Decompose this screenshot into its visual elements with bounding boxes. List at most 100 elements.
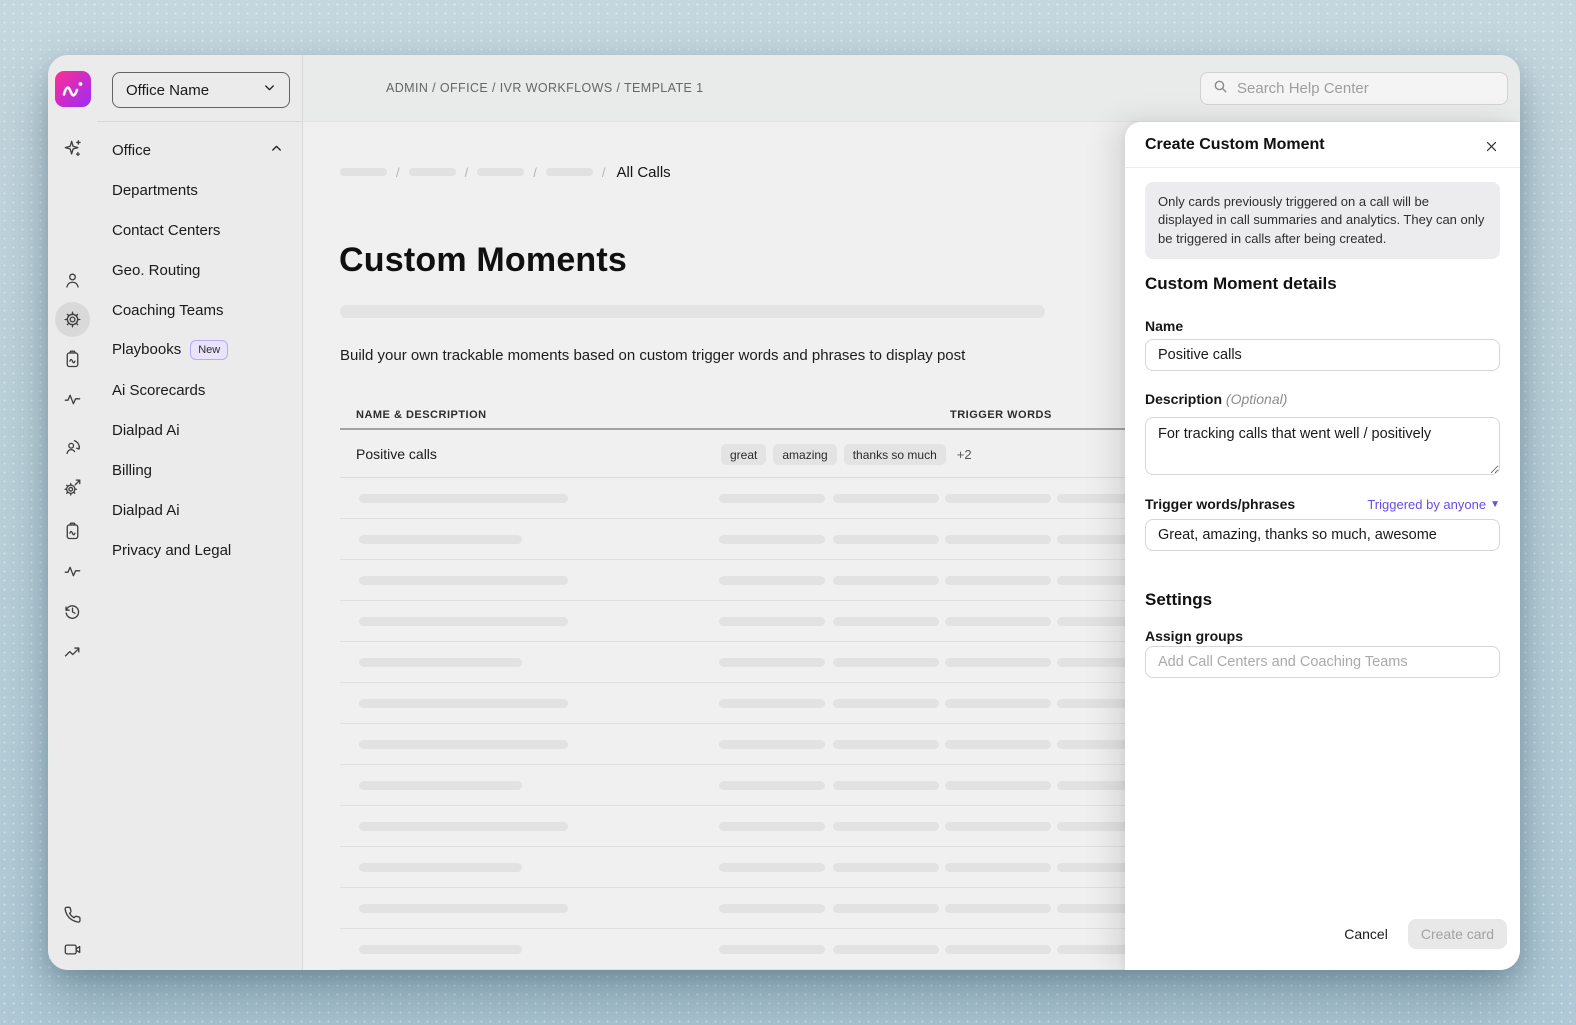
subtitle-skeleton	[340, 305, 1045, 318]
sidebar-item-playbooks[interactable]: Playbooks New	[97, 330, 302, 370]
skeleton-chip-bar	[945, 822, 1051, 831]
trigger-word-chip: thanks so much	[844, 444, 946, 465]
skeleton-chip-bar	[719, 576, 825, 585]
playbook-icon[interactable]	[62, 521, 83, 542]
breadcrumb-separator: /	[602, 165, 606, 180]
skeleton-chip-bar	[719, 535, 825, 544]
skeleton-chip-bar	[945, 617, 1051, 626]
gear-icon[interactable]	[62, 309, 83, 330]
pulse-icon[interactable]	[62, 561, 83, 582]
skeleton-chip-bar	[945, 576, 1051, 585]
sidebar-item-label-wrap: Dialpad Ai	[112, 422, 180, 439]
skeleton-chip-bar	[719, 658, 825, 667]
sidebar-item-label: Playbooks	[112, 341, 181, 358]
skeleton-chip-bar	[945, 740, 1051, 749]
skeleton-chip-bar	[833, 781, 939, 790]
page-breadcrumb: //// All Calls	[340, 164, 671, 180]
office-selector[interactable]: Office Name	[112, 72, 290, 108]
breadcrumb-skeleton-pill	[409, 168, 456, 176]
playbook-icon[interactable]	[62, 349, 83, 370]
sidebar-item-label-wrap: Contact Centers	[112, 222, 220, 239]
moment-name: Positive calls	[356, 446, 437, 462]
cancel-button[interactable]: Cancel	[1344, 926, 1388, 942]
skeleton-chip-bar	[945, 535, 1051, 544]
panel-title: Create Custom Moment	[1145, 136, 1325, 154]
chevron-down-icon	[262, 80, 277, 100]
sidebar-item-contact-centers[interactable]: Contact Centers	[97, 210, 302, 250]
sidebar-item-ai-scorecards[interactable]: Ai Scorecards	[97, 370, 302, 410]
video-icon[interactable]	[62, 939, 83, 960]
page-title: Custom Moments	[339, 241, 627, 280]
sidebar-item-geo-routing[interactable]: Geo. Routing	[97, 250, 302, 290]
sidebar-item-billing[interactable]: Billing	[97, 450, 302, 490]
breadcrumb: ADMIN / OFFICE / IVR WORKFLOWS / TEMPLAT…	[386, 81, 703, 95]
more-count: +2	[957, 447, 972, 462]
details-heading: Custom Moment details	[1145, 274, 1337, 294]
phone-icon[interactable]	[62, 904, 83, 925]
skeleton-chip-bar	[719, 863, 825, 872]
sidebar-item-label-wrap: Geo. Routing	[112, 262, 200, 279]
skeleton-chip-bar	[719, 945, 825, 954]
skeleton-chip-bar	[719, 699, 825, 708]
panel-divider	[1125, 167, 1520, 168]
skeleton-name-bar	[359, 658, 522, 667]
skeleton-name-bar	[359, 822, 568, 831]
history-icon[interactable]	[62, 601, 83, 622]
new-badge: New	[190, 340, 228, 359]
help-search[interactable]	[1200, 72, 1508, 105]
app-window: Office Name Office Departments Contact Ce…	[48, 55, 1520, 970]
skeleton-chip-bar	[719, 740, 825, 749]
trigger-scope-label: Triggered by anyone	[1367, 497, 1486, 512]
skeleton-name-bar	[359, 699, 568, 708]
sidebar-item-privacy-and-legal[interactable]: Privacy and Legal	[97, 530, 302, 570]
agent-history-icon[interactable]	[62, 437, 83, 458]
skeleton-chip-bar	[719, 904, 825, 913]
description-field[interactable]: For tracking calls that went well / posi…	[1145, 417, 1500, 475]
skeleton-name-bar	[359, 863, 522, 872]
trigger-word-chip: amazing	[773, 444, 836, 465]
sidebar-item-label: Billing	[112, 462, 152, 479]
assign-groups-field[interactable]	[1145, 646, 1500, 678]
sidebar-item-label-wrap: Departments	[112, 182, 198, 199]
sidebar-item-dialpad-ai[interactable]: Dialpad Ai	[97, 490, 302, 530]
page-description: Build your own trackable moments based o…	[340, 347, 965, 364]
skeleton-name-bar	[359, 494, 568, 503]
sidebar-item-coaching-teams[interactable]: Coaching Teams	[97, 290, 302, 330]
chevron-down-icon: ▼	[1490, 499, 1500, 510]
sidebar-item-label: Privacy and Legal	[112, 542, 231, 559]
breadcrumb-separator: /	[396, 165, 400, 180]
dialpad-ai-logo[interactable]	[55, 71, 91, 107]
sparkles-icon[interactable]	[62, 138, 83, 159]
name-field[interactable]	[1145, 339, 1500, 371]
trend-up-icon[interactable]	[62, 641, 83, 662]
sidebar-item-label-wrap: Billing	[112, 462, 152, 479]
topbar: ADMIN / OFFICE / IVR WORKFLOWS / TEMPLAT…	[303, 55, 1520, 122]
create-card-button[interactable]: Create card	[1408, 919, 1507, 949]
skeleton-name-bar	[359, 740, 568, 749]
sidebar-item-dialpad-ai[interactable]: Dialpad Ai	[97, 410, 302, 450]
settings-heading: Settings	[1145, 590, 1212, 610]
create-custom-moment-panel: Create Custom Moment Only cards previous…	[1125, 122, 1520, 970]
description-label-text: Description	[1145, 391, 1222, 407]
trigger-scope-selector[interactable]: Triggered by anyone ▼	[1367, 497, 1500, 512]
gear-arrow-icon[interactable]	[62, 477, 83, 498]
trigger-label-row: Trigger words/phrases Triggered by anyon…	[1145, 496, 1500, 512]
search-input[interactable]	[1237, 80, 1496, 97]
sidebar-item-label-wrap: Coaching Teams	[112, 302, 223, 319]
breadcrumb-skeleton-pill	[546, 168, 593, 176]
person-icon[interactable]	[62, 270, 83, 291]
pulse-icon[interactable]	[62, 389, 83, 410]
sidebar-item-label-wrap: Ai Scorecards	[112, 382, 205, 399]
skeleton-chip-bar	[719, 494, 825, 503]
icon-rail	[48, 55, 97, 970]
trigger-words-field[interactable]	[1145, 519, 1500, 551]
close-icon[interactable]	[1478, 133, 1504, 159]
nav-section-office[interactable]: Office	[97, 130, 302, 170]
panel-actions: Cancel Create card	[1344, 919, 1507, 949]
skeleton-chip-bar	[945, 781, 1051, 790]
skeleton-chip-bar	[833, 740, 939, 749]
sidebar-item-departments[interactable]: Departments	[97, 170, 302, 210]
sidebar-content-divider	[302, 55, 303, 970]
skeleton-chip-bar	[945, 904, 1051, 913]
skeleton-chip-bar	[833, 494, 939, 503]
